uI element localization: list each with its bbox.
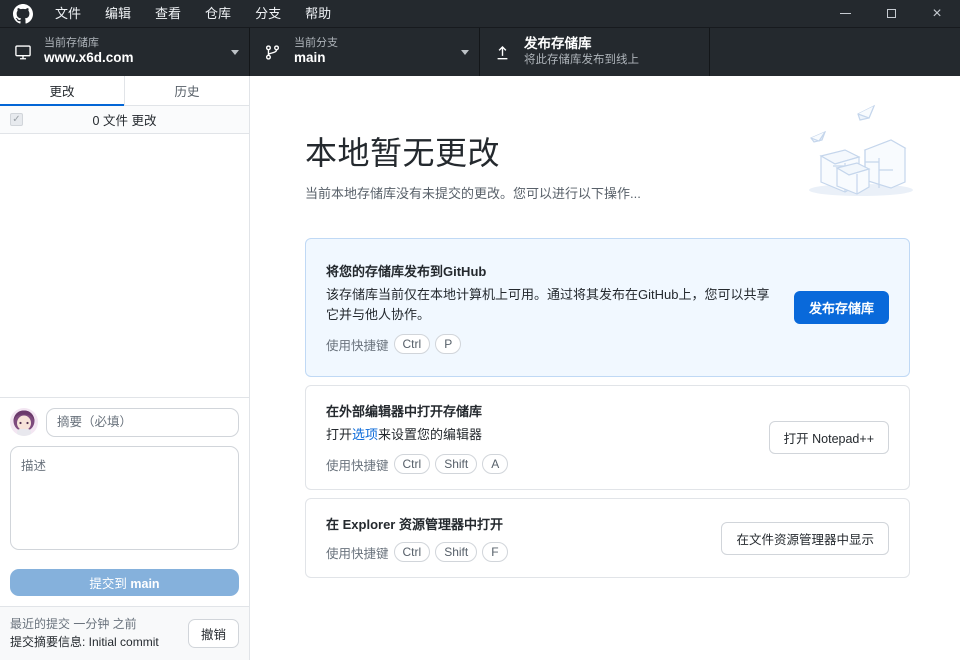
menu-item-branch[interactable]: 分支 xyxy=(243,0,293,28)
toolbar: 当前存储库 www.x6d.com 当前分支 main 发布存储库 将此存储库发… xyxy=(0,28,960,76)
branch-info: 当前分支 main xyxy=(294,37,338,68)
titlebar: 文件 编辑 查看 仓库 分支 帮助 × xyxy=(0,0,960,28)
kbd-ctrl: Ctrl xyxy=(394,542,431,562)
publish-to-github-card: 将您的存储库发布到GitHub 该存储库当前仅在本地计算机上可用。通过将其发布在… xyxy=(305,238,910,377)
recent-commit-summary: 提交摘要信息: Initial commit xyxy=(10,633,159,652)
card-title: 在 Explorer 资源管理器中打开 xyxy=(326,514,705,533)
menu-item-repository[interactable]: 仓库 xyxy=(193,0,243,28)
changes-status-row: ✓ 0 文件 更改 xyxy=(0,106,249,134)
shortcut-hint: 使用快捷键 Ctrl P xyxy=(326,334,778,354)
recent-commit-info: 最近的提交 一分钟 之前 提交摘要信息: Initial commit xyxy=(10,615,159,652)
open-in-explorer-card: 在 Explorer 资源管理器中打开 使用快捷键 Ctrl Shift F 在… xyxy=(305,498,910,578)
recent-commit-time: 最近的提交 一分钟 之前 xyxy=(10,615,159,634)
shortcut-hint: 使用快捷键 Ctrl Shift A xyxy=(326,454,753,474)
card-description: 该存储库当前仅在本地计算机上可用。通过将其发布在GitHub上，您可以共享它并与… xyxy=(326,285,776,325)
branch-name: main xyxy=(294,50,338,67)
maximize-icon xyxy=(887,9,896,18)
kbd-ctrl: Ctrl xyxy=(394,454,431,474)
paper-stack-illustration xyxy=(803,104,918,204)
commit-form: 提交到 main xyxy=(0,397,249,606)
upload-icon xyxy=(494,44,512,61)
current-branch-selector[interactable]: 当前分支 main xyxy=(250,28,480,76)
kbd-p: P xyxy=(435,334,461,354)
git-branch-icon xyxy=(264,44,282,61)
kbd-shift: Shift xyxy=(435,542,477,562)
publish-subtitle: 将此存储库发布到线上 xyxy=(524,53,639,67)
commit-description-input[interactable] xyxy=(10,446,239,550)
commit-to-branch-button[interactable]: 提交到 main xyxy=(10,569,239,596)
window-controls: × xyxy=(822,0,960,28)
open-in-editor-card: 在外部编辑器中打开存储库 打开选项来设置您的编辑器 使用快捷键 Ctrl Shi… xyxy=(305,385,910,490)
undo-button[interactable]: 撤销 xyxy=(188,619,239,648)
menu-item-view[interactable]: 查看 xyxy=(143,0,193,28)
recent-commit-bar: 最近的提交 一分钟 之前 提交摘要信息: Initial commit 撤销 xyxy=(0,606,249,660)
kbd-ctrl: Ctrl xyxy=(394,334,431,354)
card-title: 在外部编辑器中打开存储库 xyxy=(326,401,753,420)
tab-history[interactable]: 历史 xyxy=(124,76,249,105)
suggested-actions: 将您的存储库发布到GitHub 该存储库当前仅在本地计算机上可用。通过将其发布在… xyxy=(305,238,910,578)
tab-changes[interactable]: 更改 xyxy=(0,76,124,105)
publish-info: 发布存储库 将此存储库发布到线上 xyxy=(524,36,639,67)
avatar xyxy=(10,408,38,436)
repository-label: 当前存储库 xyxy=(44,37,134,51)
maximize-button[interactable] xyxy=(868,0,914,28)
publish-repository-toolbar-button[interactable]: 发布存储库 将此存储库发布到线上 xyxy=(480,28,710,76)
repository-info: 当前存储库 www.x6d.com xyxy=(44,37,134,68)
close-button[interactable]: × xyxy=(914,0,960,28)
changed-files-list xyxy=(0,134,249,397)
current-repository-selector[interactable]: 当前存储库 www.x6d.com xyxy=(0,28,250,76)
app-window: 文件 编辑 查看 仓库 分支 帮助 × 当前存储库 www.x6d.com xyxy=(0,0,960,660)
commit-summary-input[interactable] xyxy=(46,408,239,437)
files-changed-count: 0 文件 更改 xyxy=(0,110,249,129)
menu-item-edit[interactable]: 编辑 xyxy=(93,0,143,28)
show-in-explorer-button[interactable]: 在文件资源管理器中显示 xyxy=(721,522,889,555)
shortcut-hint: 使用快捷键 Ctrl Shift F xyxy=(326,542,705,562)
menu-item-help[interactable]: 帮助 xyxy=(293,0,343,28)
chevron-down-icon xyxy=(461,50,469,55)
no-changes-panel: 本地暂无更改 当前本地存储库没有未提交的更改。您可以进行以下操作... 将您的存… xyxy=(250,76,960,660)
minimize-button[interactable] xyxy=(822,0,868,28)
card-title: 将您的存储库发布到GitHub xyxy=(326,261,778,280)
menu-item-file[interactable]: 文件 xyxy=(43,0,93,28)
sidebar: 更改 历史 ✓ 0 文件 更改 xyxy=(0,76,250,660)
minimize-icon xyxy=(840,13,851,14)
sidebar-tabs: 更改 历史 xyxy=(0,76,249,106)
publish-repository-button[interactable]: 发布存储库 xyxy=(794,291,889,324)
close-icon: × xyxy=(932,6,941,22)
github-logo-icon xyxy=(13,4,33,24)
app-body: 更改 历史 ✓ 0 文件 更改 xyxy=(0,76,960,660)
options-link[interactable]: 选项 xyxy=(352,427,378,442)
repository-name: www.x6d.com xyxy=(44,50,134,67)
kbd-a: A xyxy=(482,454,508,474)
card-description: 打开选项来设置您的编辑器 xyxy=(326,425,753,445)
chevron-down-icon xyxy=(231,50,239,55)
branch-label: 当前分支 xyxy=(294,37,338,51)
publish-title: 发布存储库 xyxy=(524,36,639,53)
kbd-shift: Shift xyxy=(435,454,477,474)
monitor-icon xyxy=(14,43,32,61)
kbd-f: F xyxy=(482,542,507,562)
open-editor-button[interactable]: 打开 Notepad++ xyxy=(769,421,889,454)
